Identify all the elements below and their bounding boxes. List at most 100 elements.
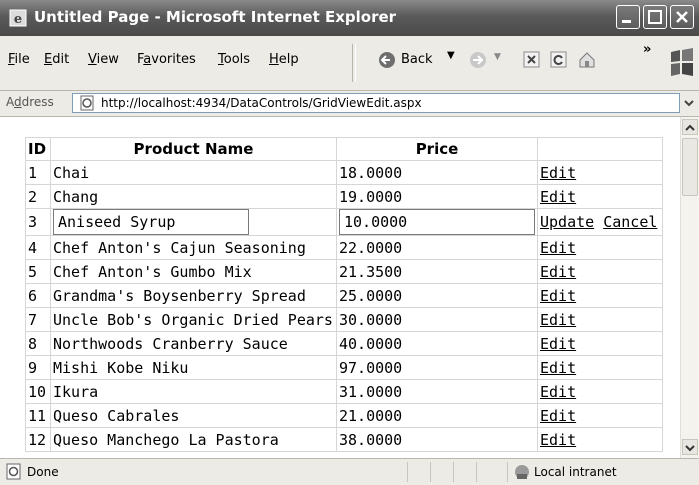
update-link[interactable]: Update: [540, 213, 594, 231]
cell-price: 31.0000: [336, 379, 538, 404]
edit-link[interactable]: Edit: [540, 311, 576, 329]
products-grid: ID Product Name Price 1 Chai 18.0000 Edi…: [25, 137, 663, 452]
cell-product-name: Mishi Kobe Niku: [50, 355, 337, 380]
edit-link[interactable]: Edit: [540, 164, 576, 182]
vertical-scrollbar[interactable]: [680, 117, 699, 458]
edit-link[interactable]: Edit: [540, 188, 576, 206]
cell-price: 21.0000: [336, 403, 538, 428]
edit-link[interactable]: Edit: [540, 239, 576, 257]
page-viewport: ID Product Name Price 1 Chai 18.0000 Edi…: [0, 117, 680, 458]
toolbar-more-chevron[interactable]: »: [643, 42, 651, 57]
cell-price: 38.0000: [336, 427, 538, 452]
refresh-icon[interactable]: [549, 50, 569, 70]
cell-product-name: Northwoods Cranberry Sauce: [50, 331, 337, 356]
table-row: 1 Chai 18.0000 Edit: [25, 160, 663, 185]
address-url: http://localhost:4934/DataControls/GridV…: [101, 96, 422, 110]
menu-view[interactable]: View: [88, 52, 119, 67]
edit-link[interactable]: Edit: [540, 287, 576, 305]
cell-action: Edit: [537, 427, 663, 452]
scroll-up-icon: [685, 124, 695, 131]
address-bar: Address http://localhost:4934/DataContro…: [0, 91, 699, 117]
cell-price: 22.0000: [336, 235, 538, 260]
status-panel: [407, 462, 408, 482]
cell-product-name: Chef Anton's Cajun Seasoning: [50, 235, 337, 260]
cell-action: Edit: [537, 235, 663, 260]
status-text: Done: [27, 465, 59, 479]
cell-product-name: Queso Manchego La Pastora: [50, 427, 337, 452]
cell-price: 25.0000: [336, 283, 538, 308]
cell-action: Edit: [537, 259, 663, 284]
back-icon: [379, 52, 395, 68]
cell-product-name: Chef Anton's Gumbo Mix: [50, 259, 337, 284]
cell-product-name: Chai: [50, 160, 337, 185]
cell-id: 10: [25, 379, 51, 404]
menu-edit[interactable]: Edit: [44, 52, 69, 67]
cell-price: 30.0000: [336, 307, 538, 332]
status-panel: [453, 462, 454, 482]
cell-price: 97.0000: [336, 355, 538, 380]
address-dropdown-icon[interactable]: [682, 94, 696, 112]
header-actions: [537, 137, 663, 161]
back-dropdown-icon[interactable]: ▼: [447, 50, 455, 61]
window-title: Untitled Page - Microsoft Internet Explo…: [34, 8, 397, 26]
cell-product-name: Uncle Bob's Organic Dried Pears: [50, 307, 337, 332]
address-label: Address: [6, 95, 54, 109]
cell-product-name: Queso Cabrales: [50, 403, 337, 428]
windows-logo-icon: [671, 48, 693, 76]
cell-price: 21.3500: [336, 259, 538, 284]
home-icon[interactable]: [577, 50, 597, 70]
ie-icon: e: [9, 9, 27, 27]
cell-id: 4: [25, 235, 51, 260]
menu-file[interactable]: File: [8, 52, 30, 67]
forward-icon[interactable]: [468, 50, 488, 70]
address-field[interactable]: http://localhost:4934/DataControls/GridV…: [72, 93, 680, 113]
close-button[interactable]: [670, 5, 694, 29]
table-row: 10 Ikura 31.0000 Edit: [25, 379, 663, 404]
edit-link[interactable]: Edit: [540, 335, 576, 353]
cell-product-name: [50, 208, 337, 236]
cell-action: Update Cancel: [537, 208, 663, 236]
scroll-thumb[interactable]: [682, 138, 698, 196]
edit-link[interactable]: Edit: [540, 263, 576, 281]
cancel-link[interactable]: Cancel: [603, 213, 657, 231]
cell-action: Edit: [537, 379, 663, 404]
cell-action: Edit: [537, 307, 663, 332]
scroll-down-button[interactable]: [682, 439, 698, 455]
product-name-input[interactable]: [53, 209, 249, 235]
maximize-button[interactable]: [643, 5, 667, 29]
table-row: 6 Grandma's Boysenberry Spread 25.0000 E…: [25, 283, 663, 308]
close-icon: [676, 11, 688, 23]
status-panel: [430, 462, 431, 482]
table-row: 2 Chang 19.0000 Edit: [25, 184, 663, 209]
cell-action: Edit: [537, 403, 663, 428]
cell-price: 19.0000: [336, 184, 538, 209]
back-label: Back: [401, 52, 433, 67]
menu-help[interactable]: Help: [269, 52, 299, 67]
cell-id: 1: [25, 160, 51, 185]
table-row: 12 Queso Manchego La Pastora 38.0000 Edi…: [25, 427, 663, 452]
page-status-icon: [6, 463, 21, 480]
menu-tools[interactable]: Tools: [218, 52, 250, 67]
cell-action: Edit: [537, 160, 663, 185]
edit-link[interactable]: Edit: [540, 431, 576, 449]
cell-id: 11: [25, 403, 51, 428]
cell-product-name: Grandma's Boysenberry Spread: [50, 283, 337, 308]
forward-dropdown-icon[interactable]: ▼: [494, 52, 501, 62]
price-input[interactable]: [339, 209, 535, 235]
menu-favorites[interactable]: Favorites: [137, 52, 196, 67]
edit-link[interactable]: Edit: [540, 407, 576, 425]
toolbar-separator: [352, 44, 356, 82]
header-id: ID: [25, 137, 51, 161]
table-row: 11 Queso Cabrales 21.0000 Edit: [25, 403, 663, 428]
cell-id: 9: [25, 355, 51, 380]
cell-id: 6: [25, 283, 51, 308]
scroll-up-button[interactable]: [682, 119, 698, 135]
title-bar: e Untitled Page - Microsoft Internet Exp…: [0, 0, 699, 36]
stop-icon[interactable]: [522, 50, 542, 70]
minimize-button[interactable]: [616, 5, 640, 29]
page-icon: [80, 95, 94, 111]
cell-id: 2: [25, 184, 51, 209]
cell-price: 40.0000: [336, 331, 538, 356]
edit-link[interactable]: Edit: [540, 383, 576, 401]
edit-link[interactable]: Edit: [540, 359, 576, 377]
